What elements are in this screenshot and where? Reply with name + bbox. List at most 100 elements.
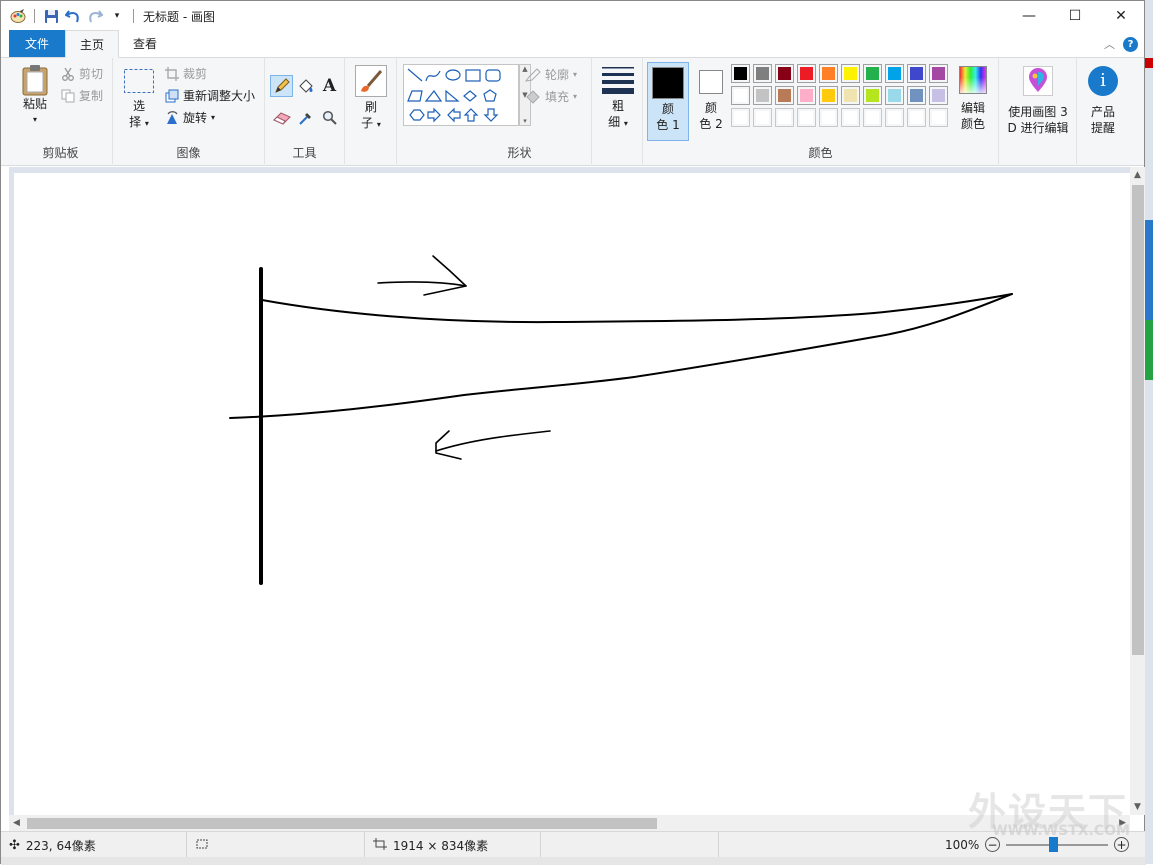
canvas-workspace xyxy=(9,167,1130,815)
palette-swatch[interactable] xyxy=(797,86,816,105)
outline-button[interactable]: 轮廓 ▾ xyxy=(525,66,577,83)
palette-swatch[interactable] xyxy=(797,64,816,83)
vertical-scroll-thumb[interactable] xyxy=(1132,185,1144,655)
copy-button[interactable]: 复制 xyxy=(61,87,103,104)
palette-swatch[interactable] xyxy=(885,86,904,105)
color2-label-2: 色 2 xyxy=(699,117,723,131)
save-icon[interactable] xyxy=(42,7,60,25)
shape-triangle xyxy=(424,89,443,102)
cut-button[interactable]: 剪切 xyxy=(61,65,103,82)
palette-swatch-color xyxy=(756,67,769,80)
expand-gallery-icon[interactable]: ▾ xyxy=(523,117,527,125)
select-button[interactable]: 选 择 ▾ xyxy=(121,68,157,132)
palette-swatch[interactable] xyxy=(841,64,860,83)
customize-qat-icon[interactable]: ▾ xyxy=(108,7,126,25)
paint-app-icon[interactable] xyxy=(9,7,27,25)
tab-home[interactable]: 主页 xyxy=(65,30,120,58)
resize-button[interactable]: 重新调整大小 xyxy=(165,87,255,104)
eraser-tool[interactable] xyxy=(270,107,293,129)
edit-colors-button[interactable]: 编辑 颜色 xyxy=(953,66,993,132)
scroll-up-icon[interactable]: ▲ xyxy=(1134,170,1141,180)
canvas-size-text: 1914 × 834像素 xyxy=(393,838,489,853)
vertical-scrollbar[interactable]: ▲ ▼ xyxy=(1130,167,1146,815)
palette-swatch-color xyxy=(822,89,835,102)
background-window-edge xyxy=(1145,0,1153,864)
crop-icon xyxy=(165,66,179,81)
cursor-position: ✣ 223, 64像素 xyxy=(1,832,187,858)
minimize-button[interactable]: — xyxy=(1006,1,1052,31)
palette-swatch-color xyxy=(844,67,857,80)
palette-swatch-color xyxy=(800,67,813,80)
tab-view[interactable]: 查看 xyxy=(119,30,171,57)
redo-icon[interactable] xyxy=(86,7,104,25)
palette-swatch-color xyxy=(778,67,791,80)
palette-swatch[interactable] xyxy=(819,64,838,83)
palette-swatch[interactable] xyxy=(863,64,882,83)
palette-swatch[interactable] xyxy=(775,86,794,105)
zoom-in-icon[interactable]: + xyxy=(1114,837,1129,852)
scroll-down-icon[interactable]: ▼ xyxy=(1134,802,1141,812)
outline-label: 轮廓 xyxy=(545,68,570,82)
scroll-left-icon[interactable]: ◀ xyxy=(13,818,20,828)
palette-swatch[interactable] xyxy=(907,86,926,105)
zoom-slider-thumb[interactable] xyxy=(1049,837,1058,852)
palette-swatch[interactable] xyxy=(731,64,750,83)
palette-swatch[interactable] xyxy=(775,64,794,83)
palette-swatch xyxy=(753,108,772,127)
shape-down-arrow xyxy=(483,108,499,122)
color1-button[interactable]: 颜 色 1 xyxy=(647,62,689,141)
brush-icon xyxy=(355,65,387,97)
palette-swatch[interactable] xyxy=(819,86,838,105)
select-rectangle-icon xyxy=(123,68,155,94)
help-icon[interactable]: ? xyxy=(1123,36,1138,52)
horizontal-scroll-thumb[interactable] xyxy=(27,818,657,829)
edit-colors-label-1: 编辑 xyxy=(960,101,985,115)
fill-tool[interactable] xyxy=(294,75,317,97)
shape-right-arrow xyxy=(427,107,441,123)
shape-up-arrow xyxy=(463,108,479,122)
tab-file[interactable]: 文件 xyxy=(9,30,66,57)
product-alert-label-1: 产品 xyxy=(1090,105,1115,119)
paste-button[interactable]: 粘贴 ▾ xyxy=(15,64,55,128)
text-tool[interactable]: A xyxy=(318,75,341,97)
palette-swatch[interactable] xyxy=(731,86,750,105)
palette-swatch[interactable] xyxy=(753,86,772,105)
palette-swatch-color xyxy=(734,67,747,80)
pencil-tool[interactable] xyxy=(270,75,293,97)
rotate-button[interactable]: 旋转 ▾ xyxy=(165,109,215,126)
palette-swatch[interactable] xyxy=(929,64,948,83)
palette-swatch[interactable] xyxy=(753,64,772,83)
palette-swatch-color xyxy=(888,111,901,124)
palette-swatch[interactable] xyxy=(885,64,904,83)
collapse-ribbon-icon[interactable]: ︿ xyxy=(1104,36,1115,52)
close-button[interactable]: ✕ xyxy=(1098,1,1144,31)
canvas-size-icon xyxy=(373,837,387,853)
title-bar: ▾ 无标题 - 画图 — ☐ ✕ xyxy=(1,1,1144,31)
horizontal-scrollbar[interactable]: ◀ ▶ xyxy=(9,815,1130,831)
palette-swatch xyxy=(907,108,926,127)
zoom-out-icon[interactable]: − xyxy=(985,837,1000,852)
shapes-gallery[interactable] xyxy=(403,64,519,126)
fill-button[interactable]: 填充 ▾ xyxy=(525,88,577,105)
color-picker-tool[interactable] xyxy=(294,107,317,129)
edit-with-paint3d-button[interactable]: 使用画图 3 D 进行编辑 xyxy=(1001,66,1075,136)
resize-icon xyxy=(165,89,179,103)
palette-swatch[interactable] xyxy=(929,86,948,105)
rotate-icon xyxy=(165,110,179,125)
clipboard-group-label: 剪贴板 xyxy=(42,146,79,160)
product-alert-button[interactable]: i 产品 提醒 xyxy=(1081,66,1125,136)
palette-swatch[interactable] xyxy=(907,64,926,83)
drawing-canvas[interactable] xyxy=(14,173,1130,815)
crop-button[interactable]: 裁剪 xyxy=(165,65,207,82)
maximize-button[interactable]: ☐ xyxy=(1052,1,1098,31)
color-palette xyxy=(731,64,951,128)
palette-swatch xyxy=(797,108,816,127)
magnifier-tool[interactable] xyxy=(318,107,341,129)
brushes-button[interactable]: 刷 子 ▾ xyxy=(351,65,391,133)
palette-swatch[interactable] xyxy=(841,86,860,105)
background-accent-red xyxy=(1145,58,1153,68)
color2-button[interactable]: 颜 色 2 xyxy=(693,62,729,132)
size-button[interactable]: 粗 细 ▾ xyxy=(598,66,638,132)
undo-icon[interactable] xyxy=(64,7,82,25)
palette-swatch[interactable] xyxy=(863,86,882,105)
